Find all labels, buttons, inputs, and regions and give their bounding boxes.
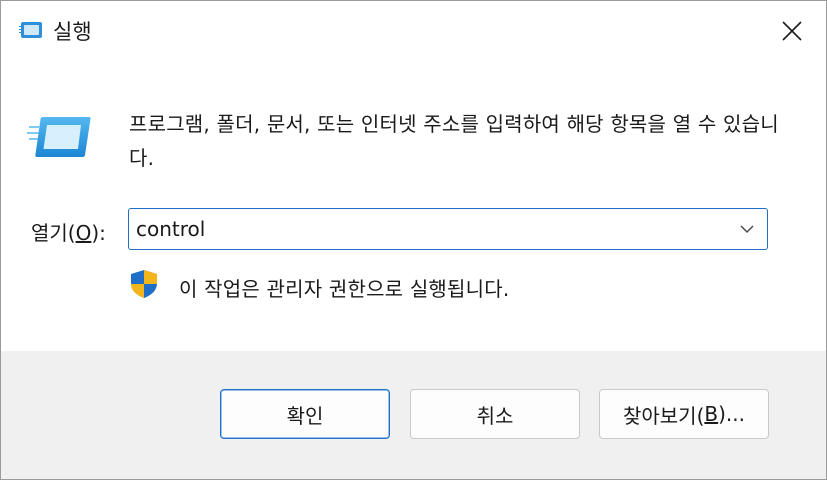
browse-label-prefix: 찾아보기( (622, 403, 705, 428)
browse-label-mnemonic: B (704, 402, 719, 426)
title-bar: 실행 (1, 1, 826, 59)
open-label-prefix: 열기( (31, 221, 76, 245)
uac-shield-icon (129, 269, 159, 299)
cancel-button[interactable]: 취소 (410, 389, 580, 439)
run-icon (27, 115, 93, 159)
run-dialog-icon (19, 21, 43, 39)
browse-button[interactable]: 찾아보기(B)... (599, 389, 769, 439)
window-title: 실행 (53, 20, 92, 44)
open-label-mnemonic: O (75, 221, 92, 245)
button-footer: 확인 취소 찾아보기(B)... (1, 351, 826, 479)
close-icon (782, 21, 802, 41)
open-input[interactable] (129, 209, 736, 249)
ok-button[interactable]: 확인 (220, 389, 390, 439)
close-button[interactable] (767, 13, 817, 49)
admin-notice: 이 작업은 관리자 권한으로 실행됩니다. (179, 277, 510, 301)
open-combobox[interactable] (128, 208, 768, 250)
chevron-down-icon (740, 225, 754, 234)
run-dialog: 실행 프로그램, 폴더, 문서, 또는 인터넷 주소를 입력하여 해당 항목을 … (0, 0, 827, 480)
browse-label-suffix: )... (718, 402, 745, 426)
dialog-description: 프로그램, 폴더, 문서, 또는 인터넷 주소를 입력하여 해당 항목을 열 수… (129, 112, 779, 170)
open-label: 열기(O): (31, 217, 106, 246)
open-label-suffix: ): (91, 221, 106, 245)
dropdown-button[interactable] (733, 215, 761, 243)
